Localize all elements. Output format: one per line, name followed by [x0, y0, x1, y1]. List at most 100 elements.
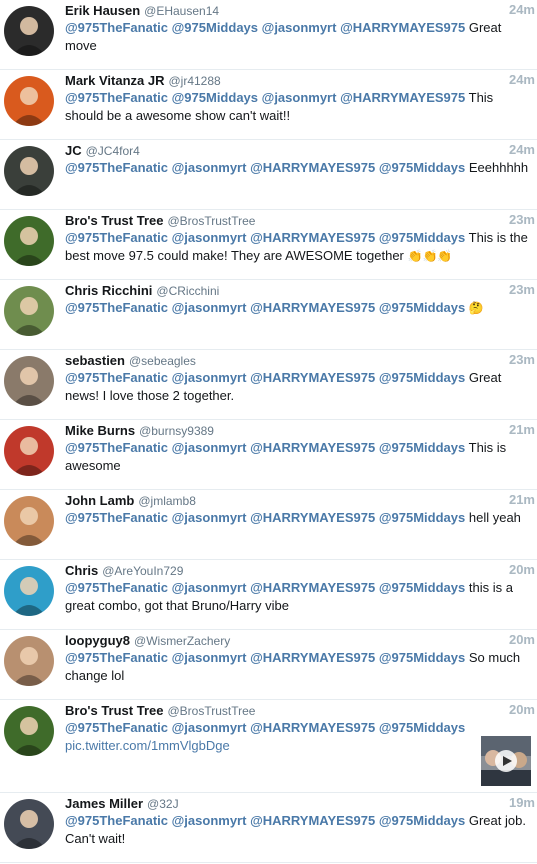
mention-link[interactable]: @HARRYMAYES975: [250, 230, 375, 245]
mention-link[interactable]: @975Middays: [379, 440, 465, 455]
mention-link[interactable]: @975TheFanatic: [65, 650, 168, 665]
tweet-item[interactable]: 23m Bro's Trust Tree @BrosTrustTree @975The…: [0, 210, 537, 280]
avatar[interactable]: [4, 6, 54, 56]
tweet-body: hell yeah: [468, 510, 521, 525]
avatar[interactable]: [4, 636, 54, 686]
mention-link[interactable]: @975TheFanatic: [65, 370, 168, 385]
avatar[interactable]: [4, 566, 54, 616]
video-thumbnail[interactable]: [481, 736, 531, 786]
mention-link[interactable]: @jasonmyrt: [172, 300, 247, 315]
author-name[interactable]: JC: [65, 143, 82, 158]
avatar[interactable]: [4, 146, 54, 196]
tweet-item[interactable]: 19m James Miller @32J @975TheFanatic @jason…: [0, 793, 537, 863]
author-name[interactable]: Mike Burns: [65, 423, 135, 438]
mention-link[interactable]: @975Middays: [379, 510, 465, 525]
mention-link[interactable]: @975Middays: [379, 160, 465, 175]
mention-link[interactable]: @jasonmyrt: [262, 90, 337, 105]
mention-link[interactable]: @975TheFanatic: [65, 720, 168, 735]
author-name[interactable]: sebastien: [65, 353, 125, 368]
mention-link[interactable]: @jasonmyrt: [172, 580, 247, 595]
author-name[interactable]: loopyguy8: [65, 633, 130, 648]
author-name[interactable]: Mark Vitanza JR: [65, 73, 164, 88]
author-name[interactable]: James Miller: [65, 796, 143, 811]
mention-link[interactable]: @HARRYMAYES975: [250, 510, 375, 525]
avatar[interactable]: [4, 216, 54, 266]
author-name[interactable]: Bro's Trust Tree: [65, 213, 163, 228]
tweet-item[interactable]: 23m Chris Ricchini @CRicchini @975TheFanati…: [0, 280, 537, 350]
avatar[interactable]: [4, 356, 54, 406]
author-name[interactable]: Chris: [65, 563, 98, 578]
author-name[interactable]: Bro's Trust Tree: [65, 703, 163, 718]
media-link[interactable]: pic.twitter.com/1mmVlgbDge: [65, 738, 230, 753]
mention-link[interactable]: @975TheFanatic: [65, 20, 168, 35]
author-name[interactable]: Chris Ricchini: [65, 283, 152, 298]
author-handle[interactable]: @32J: [147, 797, 179, 811]
mention-link[interactable]: @975TheFanatic: [65, 440, 168, 455]
mention-link[interactable]: @975Middays: [379, 650, 465, 665]
mention-link[interactable]: @975Middays: [379, 300, 465, 315]
mention-link[interactable]: @jasonmyrt: [262, 20, 337, 35]
mention-link[interactable]: @jasonmyrt: [172, 230, 247, 245]
author-handle[interactable]: @jr41288: [168, 74, 220, 88]
tweet-item[interactable]: 21m Mike Burns @burnsy9389 @975TheFanatic @…: [0, 420, 537, 490]
mention-link[interactable]: @975TheFanatic: [65, 300, 168, 315]
mention-link[interactable]: @HARRYMAYES975: [340, 90, 465, 105]
mention-link[interactable]: @975Middays: [379, 230, 465, 245]
author-handle[interactable]: @burnsy9389: [139, 424, 214, 438]
mention-link[interactable]: @975Middays: [379, 580, 465, 595]
mention-link[interactable]: @jasonmyrt: [172, 440, 247, 455]
mention-link[interactable]: @975Middays: [379, 720, 465, 735]
tweet-item[interactable]: 21m John Lamb @jmlamb8 @975TheFanatic @jaso…: [0, 490, 537, 560]
author-handle[interactable]: @jmlamb8: [138, 494, 196, 508]
avatar[interactable]: [4, 496, 54, 546]
mention-link[interactable]: @jasonmyrt: [172, 370, 247, 385]
tweet-item[interactable]: 23m sebastien @sebeagles @975TheFanatic @ja…: [0, 350, 537, 420]
author-handle[interactable]: @JC4for4: [86, 144, 140, 158]
tweet-item[interactable]: 24m Mark Vitanza JR @jr41288 @975TheFanatic…: [0, 70, 537, 140]
mention-link[interactable]: @975Middays: [172, 90, 258, 105]
mention-link[interactable]: @975Middays: [379, 813, 465, 828]
mention-link[interactable]: @975TheFanatic: [65, 510, 168, 525]
mention-link[interactable]: @975Middays: [172, 20, 258, 35]
mention-link[interactable]: @jasonmyrt: [172, 160, 247, 175]
tweet-item[interactable]: 24m Erik Hausen @EHausen14 @975TheFanatic @…: [0, 0, 537, 70]
author-handle[interactable]: @EHausen14: [144, 4, 219, 18]
author-name[interactable]: John Lamb: [65, 493, 134, 508]
mention-link[interactable]: @jasonmyrt: [172, 720, 247, 735]
mention-link[interactable]: @HARRYMAYES975: [250, 440, 375, 455]
avatar[interactable]: [4, 799, 54, 849]
avatar[interactable]: [4, 286, 54, 336]
mention-link[interactable]: @975TheFanatic: [65, 580, 168, 595]
mention-link[interactable]: @975TheFanatic: [65, 160, 168, 175]
tweet-item[interactable]: 20m Bro's Trust Tree @BrosTrustTree @975The…: [0, 700, 537, 793]
mention-link[interactable]: @HARRYMAYES975: [250, 650, 375, 665]
author-handle[interactable]: @BrosTrustTree: [167, 704, 255, 718]
play-icon[interactable]: [495, 750, 517, 772]
mention-link[interactable]: @HARRYMAYES975: [250, 370, 375, 385]
mention-link[interactable]: @jasonmyrt: [172, 813, 247, 828]
tweet-item[interactable]: 24m JC @JC4for4 @975TheFanatic @jasonmyrt @…: [0, 140, 537, 210]
mention-link[interactable]: @975Middays: [379, 370, 465, 385]
mention-link[interactable]: @HARRYMAYES975: [250, 580, 375, 595]
mention-link[interactable]: @jasonmyrt: [172, 510, 247, 525]
author-handle[interactable]: @CRicchini: [156, 284, 219, 298]
avatar[interactable]: [4, 426, 54, 476]
author-handle[interactable]: @AreYouIn729: [102, 564, 183, 578]
tweet-item[interactable]: 20m Chris @AreYouIn729 @975TheFanatic @jaso…: [0, 560, 537, 630]
author-handle[interactable]: @WismerZachery: [134, 634, 230, 648]
avatar[interactable]: [4, 706, 54, 756]
avatar[interactable]: [4, 76, 54, 126]
mention-link[interactable]: @975TheFanatic: [65, 813, 168, 828]
mention-link[interactable]: @975TheFanatic: [65, 90, 168, 105]
author-handle[interactable]: @sebeagles: [129, 354, 196, 368]
mention-link[interactable]: @HARRYMAYES975: [340, 20, 465, 35]
author-name[interactable]: Erik Hausen: [65, 3, 140, 18]
mention-link[interactable]: @HARRYMAYES975: [250, 160, 375, 175]
author-handle[interactable]: @BrosTrustTree: [167, 214, 255, 228]
mention-link[interactable]: @HARRYMAYES975: [250, 300, 375, 315]
mention-link[interactable]: @HARRYMAYES975: [250, 813, 375, 828]
mention-link[interactable]: @jasonmyrt: [172, 650, 247, 665]
mention-link[interactable]: @HARRYMAYES975: [250, 720, 375, 735]
mention-link[interactable]: @975TheFanatic: [65, 230, 168, 245]
tweet-item[interactable]: 20m loopyguy8 @WismerZachery @975TheFanatic…: [0, 630, 537, 700]
